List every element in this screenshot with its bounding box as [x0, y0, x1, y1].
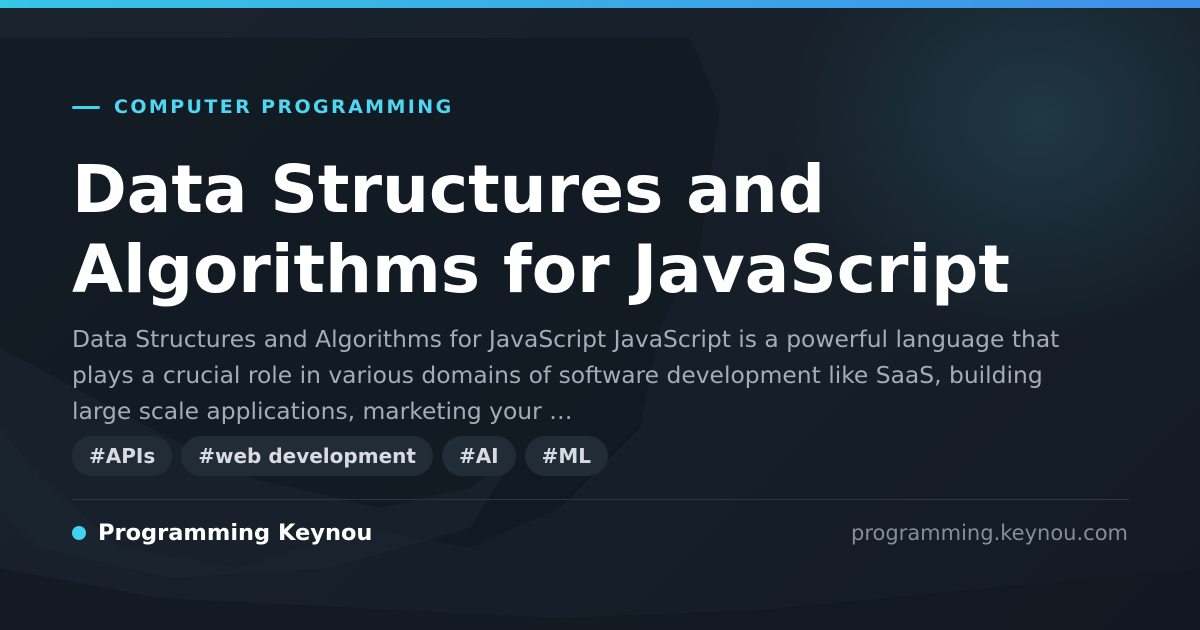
article-description: Data Structures and Algorithms for JavaS… — [72, 325, 1060, 425]
social-card: COMPUTER PROGRAMMING Data Structures and… — [0, 0, 1200, 630]
brand: Programming Keynou — [72, 518, 372, 548]
dot-icon — [72, 526, 86, 540]
category-label: COMPUTER PROGRAMMING — [114, 96, 454, 118]
tag-ai: #AI — [441, 436, 516, 476]
tag-apis: #APIs — [72, 436, 173, 476]
footer-divider — [72, 499, 1129, 500]
tag-ml: #ML — [524, 436, 609, 476]
accent-top-bar — [0, 0, 1200, 8]
article-title: Data Structures and Algorithms for JavaS… — [72, 151, 1010, 308]
site-domain: programming.keynou.com — [851, 521, 1128, 545]
brand-name: Programming Keynou — [98, 520, 373, 546]
eyebrow-dash — [72, 105, 100, 109]
tag-list: #APIs #web development #AI #ML — [72, 436, 609, 476]
tag-web-development: #web development — [181, 436, 433, 476]
category-eyebrow: COMPUTER PROGRAMMING — [72, 95, 454, 119]
